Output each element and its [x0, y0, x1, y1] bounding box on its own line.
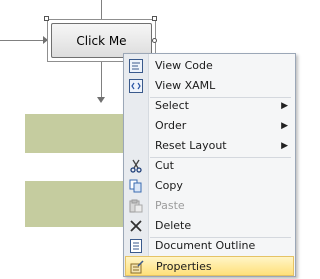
menu-item-document-outline[interactable]: Document Outline	[125, 236, 294, 256]
connector-line-bottom	[101, 62, 102, 98]
delete-x-icon	[128, 218, 144, 234]
paste-icon	[128, 198, 144, 214]
scissors-icon	[128, 158, 144, 174]
copy-icon	[128, 178, 144, 194]
button-label: Click Me	[76, 33, 127, 48]
menu-item-label: Order	[155, 119, 187, 132]
menu-item-label: Select	[155, 99, 189, 112]
menu-item-order[interactable]: Order ▶	[125, 116, 294, 136]
menu-item-label: View XAML	[155, 79, 216, 92]
menu-item-label: Properties	[156, 260, 212, 273]
connector-line-top	[101, 0, 102, 19]
menu-item-reset-layout[interactable]: Reset Layout ▶	[125, 136, 294, 156]
view-code-icon	[128, 58, 144, 74]
properties-icon	[129, 259, 145, 275]
menu-item-view-xaml[interactable]: View XAML	[125, 76, 294, 96]
layout-band-2	[25, 181, 137, 227]
submenu-arrow-icon: ▶	[281, 101, 288, 111]
menu-item-label: Document Outline	[155, 239, 256, 252]
submenu-arrow-icon: ▶	[281, 121, 288, 131]
resize-handle-right[interactable]	[152, 38, 157, 43]
arrow-down-icon	[97, 97, 105, 103]
menu-item-cut[interactable]: Cut	[125, 156, 294, 176]
menu-item-label: Reset Layout	[155, 139, 227, 152]
view-xaml-icon	[128, 78, 144, 94]
menu-item-properties[interactable]: Properties	[125, 256, 294, 276]
menu-item-label: Cut	[155, 159, 174, 172]
submenu-arrow-icon: ▶	[281, 141, 288, 151]
layout-band-1	[25, 114, 137, 153]
menu-item-select[interactable]: Select ▶	[125, 96, 294, 116]
menu-item-view-code[interactable]: View Code	[125, 56, 294, 76]
menu-item-label: View Code	[155, 59, 213, 72]
resize-handle-top-right[interactable]	[152, 16, 157, 21]
resize-handle-top-left[interactable]	[44, 16, 49, 21]
menu-item-delete[interactable]: Delete	[125, 216, 294, 236]
document-outline-icon	[128, 238, 144, 254]
menu-item-paste[interactable]: Paste	[125, 196, 294, 216]
menu-item-label: Delete	[155, 219, 192, 232]
context-menu: View Code View XAML Select ▶ Order ▶ Res…	[123, 53, 296, 277]
connector-line-left	[0, 40, 47, 41]
menu-item-label: Copy	[155, 179, 183, 192]
menu-item-copy[interactable]: Copy	[125, 176, 294, 196]
menu-item-label: Paste	[155, 199, 185, 212]
